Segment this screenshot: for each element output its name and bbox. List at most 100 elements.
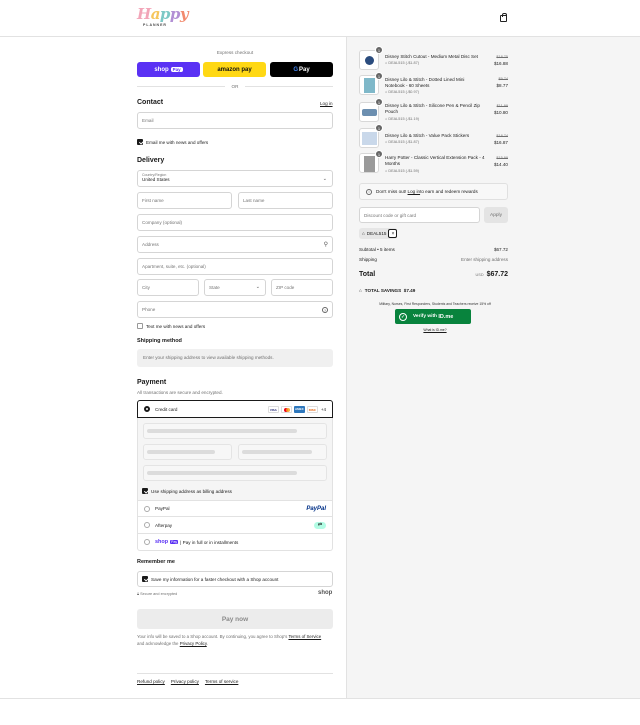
shop-pay-installments-radio[interactable] bbox=[144, 539, 150, 545]
last-name-field[interactable]: Last name bbox=[238, 192, 333, 209]
login-link[interactable]: Log in bbox=[320, 101, 333, 106]
paypal-logo: PayPal bbox=[306, 505, 326, 512]
city-field[interactable]: City bbox=[137, 279, 199, 296]
item-title: Disney Lilo & Stitch - Dotted Lined Mini… bbox=[385, 77, 465, 88]
footer-divider bbox=[0, 698, 640, 699]
tag-icon: ⌂ bbox=[385, 117, 388, 121]
address-field[interactable]: Address ⚲ bbox=[137, 236, 333, 253]
zip-field[interactable]: ZIP code bbox=[271, 279, 333, 296]
subtotal-label: Subtotal • 5 items bbox=[359, 247, 395, 252]
apartment-field[interactable]: Apartment, suite, etc. (optional) bbox=[137, 258, 333, 275]
terms-of-service-footer-link[interactable]: Terms of service bbox=[205, 679, 238, 684]
or-divider-left bbox=[137, 86, 225, 87]
privacy-policy-link[interactable]: Privacy Policy bbox=[180, 641, 207, 646]
help-icon[interactable]: ? bbox=[322, 307, 328, 313]
text-news-checkbox-row[interactable]: Text me with news and offers bbox=[137, 323, 205, 329]
shipping-heading: Shipping method bbox=[137, 338, 182, 344]
afterpay-icon: ⇄ bbox=[314, 521, 326, 529]
google-g-icon: G bbox=[293, 66, 298, 73]
state-select[interactable]: State ⌄ bbox=[204, 279, 266, 296]
rewards-banner: i Don't miss out! Log in to earn and red… bbox=[359, 183, 508, 200]
terms-of-service-link[interactable]: Terms of Service bbox=[288, 634, 321, 639]
or-label: OR bbox=[231, 84, 239, 89]
privacy-policy-footer-link[interactable]: Privacy policy bbox=[171, 679, 199, 684]
chevron-down-icon: ⌄ bbox=[322, 176, 327, 182]
currency-label: USD bbox=[475, 273, 484, 277]
email-news-checkbox[interactable] bbox=[137, 139, 143, 145]
total-savings-row: ⌂ TOTAL SAVINGS $7.49 bbox=[359, 288, 415, 293]
google-pay-button[interactable]: G Pay bbox=[270, 62, 333, 77]
item-original-price: $11.99 bbox=[496, 104, 508, 108]
shop-logo: shop bbox=[318, 590, 333, 596]
footer-links: Refund policy Privacy policy Terms of se… bbox=[137, 679, 238, 684]
billing-same-label: Use shipping address as billing address bbox=[151, 488, 232, 494]
email-news-checkbox-row[interactable]: Email me with news and offers bbox=[137, 139, 208, 145]
refund-policy-link[interactable]: Refund policy bbox=[137, 679, 165, 684]
item-price: $14.40 bbox=[493, 162, 508, 167]
delivery-heading: Delivery bbox=[137, 157, 165, 164]
quantity-badge: 1 bbox=[375, 150, 383, 158]
discount-code-input[interactable]: Discount code or gift card bbox=[359, 207, 480, 223]
company-field[interactable]: Company (optional) bbox=[137, 214, 333, 231]
shipping-label: Shipping bbox=[359, 257, 377, 262]
email-field[interactable]: Email bbox=[137, 112, 333, 129]
quantity-badge: 1 bbox=[375, 72, 383, 80]
paypal-option[interactable]: PayPal PayPal bbox=[137, 500, 333, 517]
amazon-pay-button[interactable]: amazon pay bbox=[203, 62, 266, 77]
discount-tag: ⌂ DEAL515 × bbox=[359, 228, 398, 239]
item-price: $16.87 bbox=[493, 140, 508, 145]
afterpay-label: Afterpay bbox=[155, 522, 173, 528]
text-news-checkbox[interactable] bbox=[137, 323, 143, 329]
first-name-field[interactable]: First name bbox=[137, 192, 232, 209]
total-savings-value: $7.49 bbox=[403, 288, 416, 293]
apply-button[interactable]: Apply bbox=[484, 207, 508, 223]
payment-heading: Payment bbox=[137, 379, 167, 386]
shop-pay-wordmark: shop bbox=[154, 66, 169, 73]
billing-same-checkbox[interactable] bbox=[142, 488, 148, 494]
quantity-badge: 1 bbox=[375, 124, 383, 132]
google-pay-label: Pay bbox=[298, 66, 310, 73]
security-code-skeleton bbox=[242, 450, 312, 454]
verify-idme-button[interactable]: ✓ Verify with ID.me bbox=[395, 309, 471, 324]
header: Happy PLANNER bbox=[0, 0, 640, 37]
afterpay-radio[interactable] bbox=[144, 522, 150, 528]
tag-icon: ⌂ bbox=[362, 231, 365, 236]
tag-icon: ⌂ bbox=[359, 288, 362, 293]
remember-checkbox[interactable] bbox=[142, 576, 148, 582]
search-icon: ⚲ bbox=[323, 242, 328, 248]
item-original-price: $15.99 bbox=[496, 156, 508, 160]
total-savings-label: TOTAL SAVINGS bbox=[364, 288, 402, 293]
extension-pack-image bbox=[364, 156, 375, 172]
shop-pay-button[interactable]: shop Pay bbox=[137, 62, 200, 77]
secure-label: Secure and encrypted bbox=[140, 592, 178, 596]
what-is-idme-link[interactable]: What is ID.me? bbox=[359, 328, 511, 332]
remove-discount-icon[interactable]: × bbox=[388, 229, 398, 238]
rewards-login-link[interactable]: Log in bbox=[408, 189, 421, 194]
shop-pay-logo: shop bbox=[155, 539, 169, 545]
item-price: $8.77 bbox=[496, 83, 509, 88]
credit-card-radio[interactable] bbox=[144, 406, 150, 412]
credit-card-option[interactable]: Credit card VISA AMEX DISC +4 bbox=[137, 400, 333, 418]
stitch-disc-image bbox=[365, 56, 374, 65]
remember-label: Save my information for a faster checkou… bbox=[151, 576, 279, 582]
cart-bag-icon[interactable] bbox=[500, 13, 507, 22]
brand-logo[interactable]: Happy PLANNER bbox=[137, 7, 189, 31]
billing-same-row[interactable]: Use shipping address as billing address bbox=[142, 488, 232, 494]
remember-option[interactable]: Save my information for a faster checkou… bbox=[137, 571, 333, 587]
total-row: USD $67.72 bbox=[476, 271, 508, 278]
item-price: $10.80 bbox=[493, 110, 508, 115]
tag-icon: ⌂ bbox=[385, 169, 388, 173]
item-original-price: $9.74 bbox=[498, 77, 508, 81]
country-select[interactable]: Country/Region United States ⌄ bbox=[137, 170, 333, 187]
remember-heading: Remember me bbox=[137, 559, 175, 565]
idme-note: Military, Nurses, First Responders, Stud… bbox=[379, 302, 491, 306]
phone-field[interactable]: Phone ? bbox=[137, 301, 333, 318]
paypal-radio[interactable] bbox=[144, 505, 150, 512]
total-label: Total bbox=[359, 271, 376, 278]
or-divider-right bbox=[245, 86, 333, 87]
shop-pay-installments-option[interactable]: shop Pay | Pay in full or in installment… bbox=[137, 534, 333, 551]
state-placeholder: State bbox=[209, 285, 220, 290]
item-title: Disney Stitch Cutout - Medium Metal Disc… bbox=[385, 54, 478, 59]
afterpay-option[interactable]: Afterpay ⇄ bbox=[137, 517, 333, 534]
pay-now-button[interactable]: Pay now bbox=[137, 609, 333, 629]
